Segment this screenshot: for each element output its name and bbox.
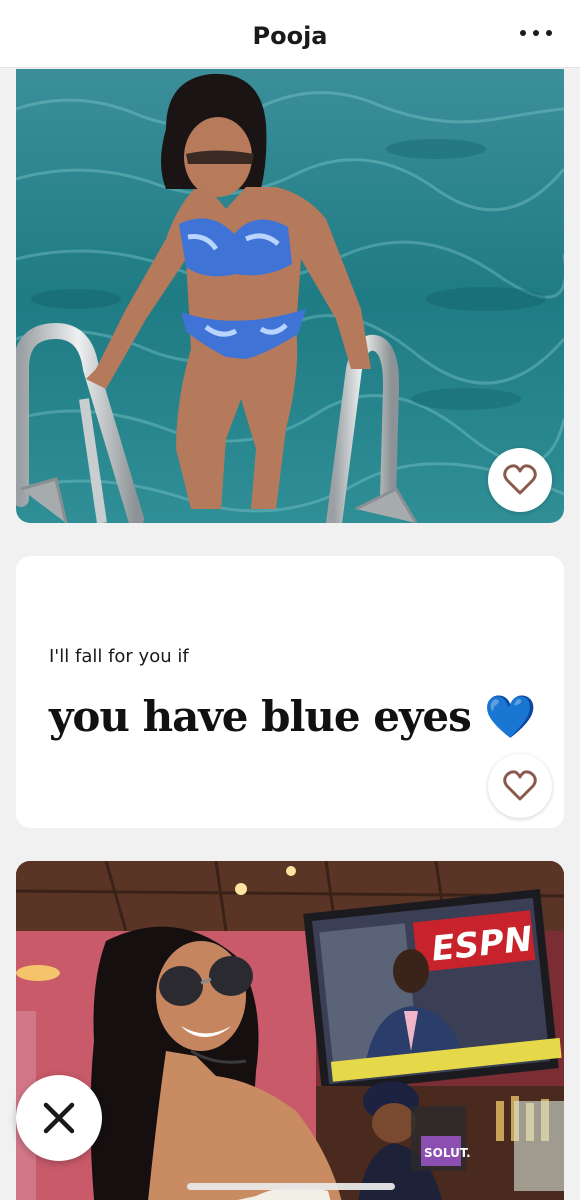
like-prompt-button[interactable]	[488, 754, 552, 818]
skip-button[interactable]	[16, 1075, 102, 1161]
bar-sign-text: SOLUT.	[424, 1146, 471, 1160]
prompt-question: I'll fall for you if	[49, 646, 189, 667]
photo-bar-image: ESPN SOLUT.	[16, 861, 564, 1200]
photo-pool-image	[16, 69, 564, 523]
heart-outline-icon	[503, 464, 537, 495]
prompt-card: I'll fall for you if you have blue eyes …	[16, 556, 564, 828]
profile-photo-1[interactable]	[16, 69, 564, 523]
like-button[interactable]	[488, 448, 552, 512]
dot	[520, 30, 526, 36]
close-x-icon	[43, 1102, 75, 1134]
top-bar: Pooja	[0, 0, 580, 68]
profile-photo-2[interactable]: ESPN SOLUT.	[16, 861, 564, 1200]
prompt-answer: you have blue eyes 💙	[49, 692, 537, 741]
more-options-icon[interactable]	[520, 22, 552, 44]
profile-name: Pooja	[252, 22, 328, 50]
dot	[546, 30, 552, 36]
heart-outline-icon	[503, 770, 537, 801]
dot	[533, 30, 539, 36]
home-indicator	[187, 1183, 395, 1190]
